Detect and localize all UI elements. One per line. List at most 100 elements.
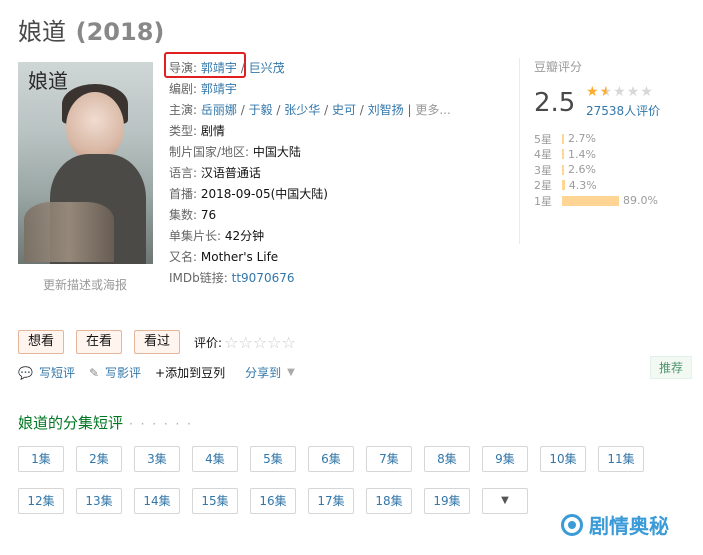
episode-button[interactable]: 11集 (598, 446, 644, 472)
imdb-row: IMDb链接: tt9070676 (169, 268, 451, 289)
imdb-link[interactable]: tt9070676 (232, 271, 295, 285)
rating-bar (562, 180, 565, 191)
watching-button[interactable]: 在看 (76, 330, 123, 354)
genre-row: 类型: 剧情 (169, 121, 451, 142)
premiere-value: 2018-09-05(中国大陆) (200, 187, 328, 201)
rating-row-percent: 4.3% (568, 178, 597, 192)
director-link-1[interactable]: 郭靖宇 (201, 61, 237, 75)
action-bar: 想看 在看 看过 评价: ☆☆☆☆☆ (18, 330, 296, 354)
language-row: 语言: 汉语普通话 (169, 163, 451, 184)
episode-button[interactable]: 9集 (482, 446, 528, 472)
links-bar: 💬 写短评 ✎ 写影评 +添加到豆列 分享到 ▼ (18, 364, 309, 381)
premiere-row: 首播: 2018-09-05(中国大陆) (169, 184, 451, 205)
runtime-row: 单集片长: 42分钟 (169, 226, 451, 247)
share-label: 分享到 (245, 366, 282, 380)
short-review-link[interactable]: 💬 写短评 (18, 364, 75, 381)
language-label: 语言: (169, 166, 198, 180)
rating-bar (562, 164, 564, 175)
review-label: 写影评 (105, 366, 142, 380)
cast-more-link[interactable]: 更多... (415, 103, 450, 117)
director-label: 导演: (169, 61, 198, 75)
page-title: 娘道 (2018) (18, 12, 164, 47)
rating-row: 2星 4.3% (534, 178, 658, 194)
add-list-link[interactable]: +添加到豆列 (155, 364, 225, 381)
rating-bar (562, 195, 619, 206)
cast-link-3[interactable]: 张少华 (284, 103, 320, 117)
rating-row-label: 1星 (534, 194, 552, 208)
cast-link-1[interactable]: 岳丽娜 (201, 103, 237, 117)
episode-button[interactable]: 15集 (192, 488, 238, 514)
episode-button[interactable]: 10集 (540, 446, 586, 472)
recommend-button[interactable]: 推荐 (650, 356, 693, 379)
title-name: 娘道 (18, 18, 66, 46)
rating-row-percent: 2.6% (568, 163, 596, 177)
episode-button[interactable]: 14集 (134, 488, 180, 514)
country-row: 制片国家/地区: 中国大陆 (169, 142, 451, 163)
watermark: 剧情奥秘 (561, 510, 669, 539)
episode-button[interactable]: 17集 (308, 488, 354, 514)
star-empty-icon: ★ (613, 84, 627, 100)
episode-button[interactable]: 2集 (76, 446, 122, 472)
episode-button[interactable]: 13集 (76, 488, 122, 514)
episode-button[interactable]: 12集 (18, 488, 64, 514)
star-empty-icon: ★ (640, 84, 654, 100)
episode-button[interactable]: 3集 (134, 446, 180, 472)
share-dropdown[interactable]: 分享到 ▼ (245, 364, 295, 381)
writer-link[interactable]: 郭靖宇 (201, 82, 237, 96)
episode-button[interactable]: 4集 (192, 446, 238, 472)
title-year: (2018) (75, 18, 165, 46)
episode-button[interactable]: 6集 (308, 446, 354, 472)
episode-button[interactable]: 18集 (366, 488, 412, 514)
episode-button[interactable]: 8集 (424, 446, 470, 472)
director-link-2[interactable]: 巨兴茂 (249, 61, 285, 75)
cast-link-4[interactable]: 史可 (332, 103, 356, 117)
review-link[interactable]: ✎ 写影评 (89, 364, 141, 381)
rating-row: 4星 1.4% (534, 147, 658, 163)
poster-face (66, 92, 124, 162)
aka-label: 又名: (169, 250, 198, 264)
episode-reviews-heading: 娘道的分集短评 · · · · · · (18, 412, 193, 433)
rating-row-percent: 89.0% (622, 194, 658, 208)
episode-button[interactable]: 16集 (250, 488, 296, 514)
cast-link-5[interactable]: 刘智扬 (368, 103, 404, 117)
premiere-label: 首播: (169, 187, 198, 201)
episode-button[interactable]: 19集 (424, 488, 470, 514)
poster-image[interactable]: 娘道 (18, 62, 153, 264)
heading-dots: · · · · · · (129, 417, 193, 431)
cast-label: 主演: (169, 103, 198, 117)
cast-link-2[interactable]: 于毅 (249, 103, 273, 117)
episode-button[interactable]: 5集 (250, 446, 296, 472)
rating-row-percent: 1.4% (568, 147, 596, 161)
star-icon: ★ (586, 84, 600, 100)
watermark-logo-icon (561, 513, 583, 536)
rating-row-label: 4星 (534, 148, 552, 162)
rating-row: 3星 2.6% (534, 162, 658, 178)
runtime-value: 42分钟 (224, 229, 265, 243)
episode-button[interactable]: 1集 (18, 446, 64, 472)
rating-row-label: 3星 (534, 163, 552, 177)
writer-row: 编剧: 郭靖宇 (169, 79, 451, 100)
rating-bar (562, 149, 564, 160)
episode-button[interactable]: 7集 (366, 446, 412, 472)
country-value: 中国大陆 (252, 145, 301, 159)
rating-bar (562, 133, 564, 144)
caret-down-icon: ▼ (287, 367, 295, 378)
rating-count-link[interactable]: 27538人评价 (586, 102, 660, 119)
speech-bubble-icon: 💬 (18, 365, 33, 380)
poster-children (24, 202, 114, 262)
poster-calligraphy: 娘道 (28, 69, 68, 93)
country-label: 制片国家/地区: (169, 145, 250, 159)
rating-distribution: 5星 2.7% 4星 1.4% 3星 2.6% 2星 4.3% 1星 89.0% (534, 131, 658, 209)
language-value: 汉语普通话 (200, 166, 261, 180)
want-button[interactable]: 想看 (18, 330, 65, 354)
rate-stars-input[interactable]: ☆☆☆☆☆ (224, 333, 296, 352)
aka-value: Mother's Life (200, 250, 279, 264)
runtime-label: 单集片长: (169, 229, 222, 243)
watched-button[interactable]: 看过 (134, 330, 181, 354)
update-poster-link[interactable]: 更新描述或海报 (43, 276, 127, 293)
cast-row: 主演: 岳丽娜 / 于毅 / 张少华 / 史可 / 刘智扬 | 更多... (169, 103, 451, 117)
more-episodes-button[interactable]: ▼ (482, 488, 528, 514)
rate-label: 评价: (194, 335, 223, 350)
episode-reviews-title: 娘道的分集短评 (18, 414, 124, 432)
rating-stars: ★★★★★ (586, 84, 654, 100)
